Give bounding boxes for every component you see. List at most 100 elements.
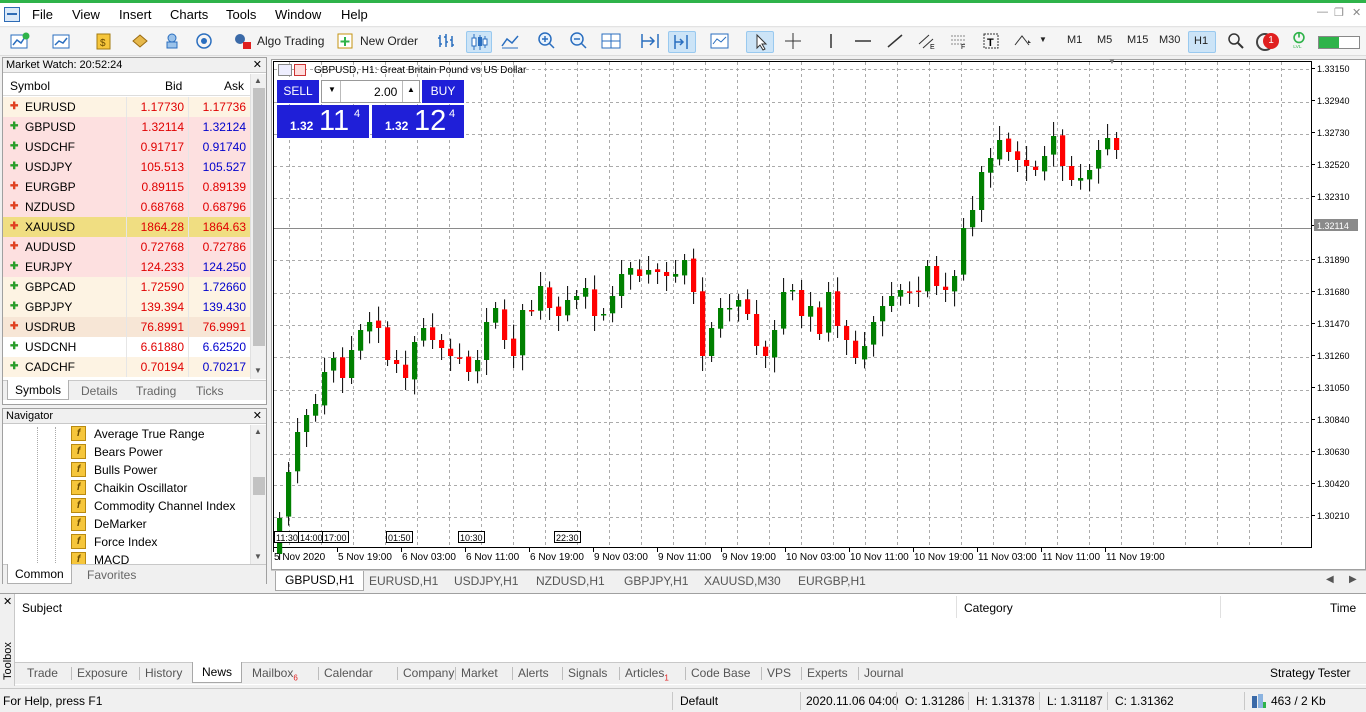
notification-icon[interactable]: 1 [1256, 33, 1279, 51]
restore-icon[interactable]: ❐ [1334, 6, 1344, 19]
scroll-up-icon[interactable]: ▲ [254, 76, 262, 85]
market-watch-row[interactable]: ✚ EURGBP 0.89115 0.89139 [3, 177, 251, 197]
candlestick-chart-button[interactable] [466, 31, 492, 53]
line-chart-icon[interactable] [500, 32, 520, 50]
zoom-out-icon[interactable] [569, 32, 589, 50]
toolbox-tab-history[interactable]: History [145, 666, 182, 680]
connection-status-icon[interactable] [1251, 693, 1267, 709]
lot-increase-icon[interactable]: ▲ [407, 85, 415, 94]
timeframe-m1[interactable]: M1 [1067, 34, 1082, 46]
toolbox-tab-calendar[interactable]: Calendar [324, 666, 373, 680]
scroll-down-icon[interactable]: ▼ [254, 366, 262, 375]
navigator-close-icon[interactable]: ✕ [253, 409, 262, 424]
toolbox-tab-vps[interactable]: VPS [767, 666, 791, 680]
vertical-line-icon[interactable] [821, 32, 841, 50]
tab-favorites[interactable]: Favorites [87, 568, 136, 582]
sell-button[interactable]: SELL [277, 80, 319, 103]
market-watch-row[interactable]: ✚ CADCHF 0.70194 0.70217 [3, 357, 251, 377]
market-watch-row[interactable]: ✚ GBPUSD 1.32114 1.32124 [3, 117, 251, 137]
menu-tools[interactable]: Tools [226, 7, 256, 22]
new-order-button[interactable]: New Order [334, 31, 422, 53]
equidistant-channel-icon[interactable]: E [917, 32, 937, 50]
market-watch-row[interactable]: ✚ USDCNH 6.61880 6.62520 [3, 337, 251, 357]
timeframe-m5[interactable]: M5 [1097, 34, 1112, 46]
buy-button[interactable]: BUY [422, 80, 464, 103]
market-watch-row[interactable]: ✚ EURJPY 124.233 124.250 [3, 257, 251, 277]
col-bid[interactable]: Bid [165, 79, 182, 93]
market-watch-row[interactable]: ✚ AUDUSD 0.72768 0.72786 [3, 237, 251, 257]
timeframe-m15[interactable]: M15 [1127, 34, 1148, 46]
tabs-scroll-right-icon[interactable]: ▶ [1349, 574, 1357, 585]
scroll-up-icon[interactable]: ▲ [254, 427, 262, 436]
fibonacci-icon[interactable]: F [949, 32, 969, 50]
col-time[interactable]: Time [1330, 601, 1356, 615]
toolbox-tab-news[interactable]: News [192, 662, 243, 683]
horizontal-line-icon[interactable] [853, 32, 873, 50]
toolbox-tab-experts[interactable]: Experts [807, 666, 848, 680]
col-symbol[interactable]: Symbol [10, 79, 50, 93]
market-watch-scroll-thumb[interactable] [253, 88, 265, 346]
menu-insert[interactable]: Insert [119, 7, 152, 22]
text-label-icon[interactable]: T [981, 32, 1001, 50]
scroll-down-icon[interactable]: ▼ [254, 552, 262, 561]
toolbox-tab-mailbox[interactable]: Mailbox6 [252, 666, 298, 682]
toolbox-close-icon[interactable]: ✕ [3, 595, 12, 608]
data-window-icon[interactable] [130, 32, 150, 50]
search-icon[interactable] [1226, 32, 1246, 50]
market-watch-row[interactable]: ✚ NZDUSD 0.68768 0.68796 [3, 197, 251, 217]
toolbox-tab-articles[interactable]: Articles1 [625, 666, 669, 682]
profiles-icon[interactable] [52, 32, 72, 50]
market-watch-row[interactable]: ✚ USDCHF 0.91717 0.91740 [3, 137, 251, 157]
cursor-button[interactable] [746, 31, 774, 53]
chart-tab-usdjpy-h1[interactable]: USDJPY,H1 [454, 574, 518, 588]
col-subject[interactable]: Subject [22, 601, 62, 615]
new-chart-icon[interactable] [10, 32, 30, 50]
toolbox-tab-exposure[interactable]: Exposure [77, 666, 128, 680]
market-watch-row[interactable]: ✚ XAUUSD 1864.28 1864.63 [3, 217, 251, 237]
timeframe-m30[interactable]: M30 [1159, 34, 1180, 46]
market-watch-scrollbar[interactable]: ▲ ▼ [250, 74, 266, 379]
shapes-dropdown-icon[interactable]: ▼ [1039, 35, 1047, 44]
toolbox-tab-journal[interactable]: Journal [864, 666, 903, 680]
toolbox-tab-code-base[interactable]: Code Base [691, 666, 750, 680]
chart-shift-marker[interactable]: ▼ [1108, 57, 1116, 66]
strategy-tester-tab[interactable]: Strategy Tester [1270, 666, 1350, 680]
navigator-scrollbar[interactable]: ▲ ▼ [250, 425, 266, 565]
chart-tab-eurgbp-h1[interactable]: EURGBP,H1 [798, 574, 866, 588]
tab-common[interactable]: Common [7, 564, 72, 584]
menu-file[interactable]: File [32, 7, 53, 22]
tab-trading[interactable]: Trading [136, 384, 176, 398]
market-watch-row[interactable]: ✚ EURUSD 1.17730 1.17736 [3, 97, 251, 117]
bar-chart-icon[interactable] [436, 32, 456, 50]
tab-details[interactable]: Details [81, 384, 118, 398]
lot-size-value[interactable]: 2.00 [374, 85, 397, 99]
shapes-icon[interactable] [1012, 32, 1032, 50]
vps-status-icon[interactable]: LVL [1289, 31, 1309, 49]
chart-tab-gbpusd-h1[interactable]: GBPUSD,H1 [275, 571, 365, 591]
navigator-scroll-thumb[interactable] [253, 477, 265, 495]
crosshair-icon[interactable] [783, 32, 803, 50]
toolbox-tab-market[interactable]: Market [461, 666, 498, 680]
chart-tab-xauusd-m30[interactable]: XAUUSD,M30 [704, 574, 781, 588]
col-ask[interactable]: Ask [224, 79, 244, 93]
tabs-scroll-left-icon[interactable]: ◀ [1326, 574, 1334, 585]
menu-help[interactable]: Help [341, 7, 368, 22]
status-profile[interactable]: Default [680, 694, 718, 708]
menu-charts[interactable]: Charts [170, 7, 208, 22]
market-watch-row[interactable]: ✚ GBPJPY 139.394 139.430 [3, 297, 251, 317]
market-watch-row[interactable]: ✚ USDJPY 105.513 105.527 [3, 157, 251, 177]
toolbox-tab-alerts[interactable]: Alerts [518, 666, 549, 680]
toolbox-tab-trade[interactable]: Trade [27, 666, 58, 680]
tab-symbols[interactable]: Symbols [7, 380, 70, 400]
close-icon[interactable]: ✕ [1352, 6, 1361, 19]
algo-trading-button[interactable]: Algo Trading [230, 31, 328, 53]
trendline-icon[interactable] [885, 32, 905, 50]
signal-icon[interactable] [194, 32, 214, 50]
market-watch-icon[interactable]: $ [94, 32, 114, 50]
tile-windows-icon[interactable] [601, 32, 621, 50]
templates-icon[interactable] [710, 32, 730, 50]
chart-shift-icon[interactable] [640, 32, 660, 50]
navigator-icon[interactable] [162, 32, 182, 50]
market-watch-close-icon[interactable]: ✕ [253, 58, 262, 73]
buy-price-button[interactable]: 1.32 12 4 [372, 105, 464, 138]
